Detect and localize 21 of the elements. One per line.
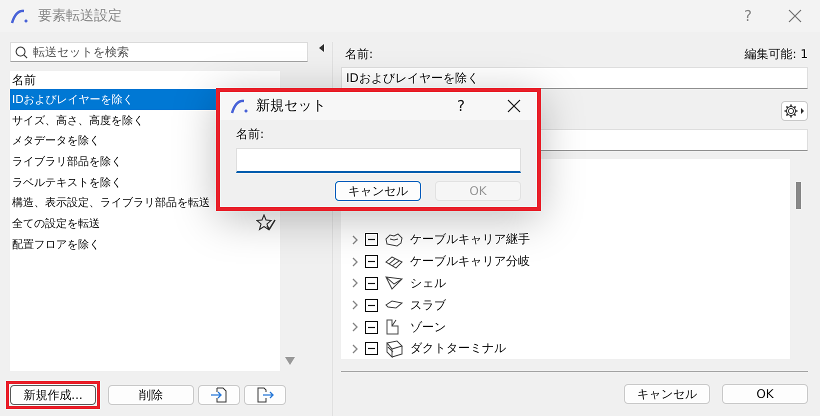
set-list-item[interactable]: 全ての設定を転送 [10, 213, 280, 234]
new-button[interactable]: 新規作成... [10, 385, 96, 405]
tree-item-label[interactable]: ダクトターミナル [410, 340, 506, 358]
ok-button[interactable]: OK [722, 384, 808, 404]
cancel-button[interactable]: キャンセル [624, 384, 710, 404]
name-label: 名前: [236, 126, 266, 143]
name-field[interactable]: IDおよびレイヤーを除く [341, 67, 808, 89]
column-header: 名前 [12, 72, 36, 88]
tree-item-label[interactable]: ケーブルキャリア継手 [410, 231, 530, 248]
tree-item-label[interactable]: シェル [410, 274, 446, 292]
delete-button[interactable]: 削除 [108, 385, 194, 405]
tree-item-label[interactable]: スラブ [410, 296, 446, 314]
window-title: 要素転送設定 [38, 7, 122, 25]
help-button[interactable]: ? [457, 97, 465, 115]
set-list-item[interactable]: 配置フロアを除く [10, 234, 280, 254]
search-field[interactable]: 転送セットを検索 [10, 42, 308, 62]
tree-item-label[interactable]: ゾーン [410, 318, 446, 336]
cancel-button[interactable]: キャンセル [335, 181, 421, 201]
tree-item-label[interactable]: ケーブルキャリア分岐 [410, 253, 530, 270]
name-label: 名前: [345, 46, 374, 63]
editable-count: 編集可能: 1 [744, 46, 808, 63]
